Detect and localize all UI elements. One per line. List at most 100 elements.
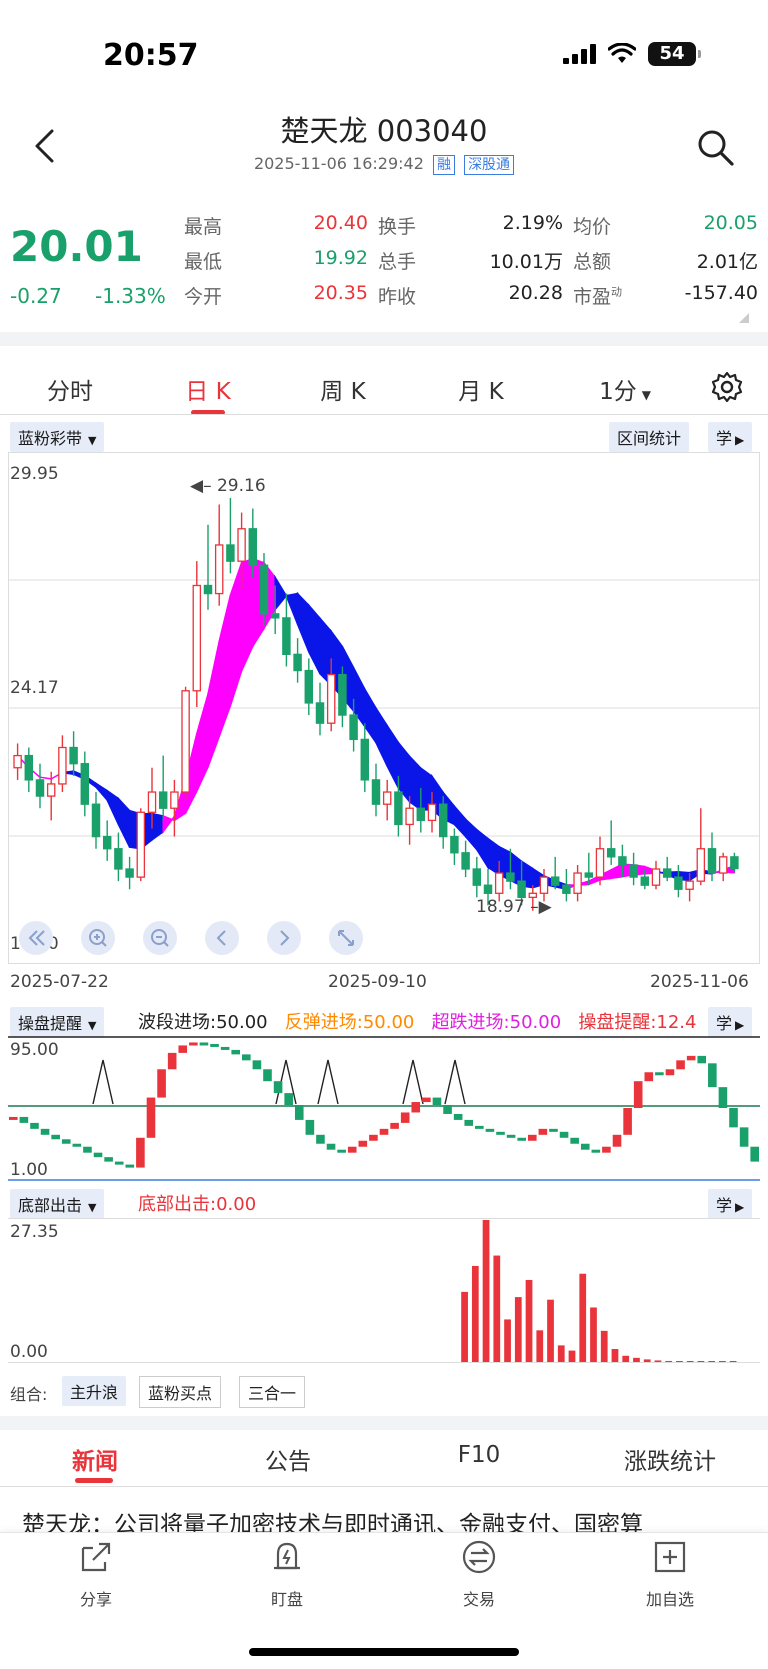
osc-bar xyxy=(475,1125,484,1129)
osc-bar xyxy=(157,1069,166,1098)
combo-label: 组合: xyxy=(10,1385,48,1404)
strike-bar xyxy=(461,1291,468,1362)
tab-announcements[interactable]: 公告 xyxy=(243,1442,333,1476)
settings-gear-icon[interactable] xyxy=(711,371,743,403)
play-circle-icon: ▶ xyxy=(735,433,745,447)
learn-button[interactable]: 学 ▶ xyxy=(708,1189,753,1219)
osc-bar xyxy=(252,1060,262,1070)
interval-stats-button[interactable]: 区间统计 xyxy=(609,422,690,452)
share-button[interactable]: 分享 xyxy=(56,1540,136,1610)
signal-peak xyxy=(402,1059,424,1105)
oscillator-chart[interactable] xyxy=(8,1036,760,1181)
zoom-in-icon[interactable] xyxy=(80,920,116,956)
zoom-out-icon[interactable] xyxy=(142,920,178,956)
indicator-select-bottom[interactable]: 底部出击 ▼ xyxy=(10,1189,105,1219)
osc-bar xyxy=(750,1146,759,1162)
osc-bar xyxy=(665,1069,675,1076)
osc-bar xyxy=(432,1097,442,1106)
osc-bar xyxy=(527,1134,537,1141)
tab-price-stats[interactable]: 涨跌统计 xyxy=(610,1442,730,1476)
strike-bar xyxy=(697,1361,705,1362)
osc-bar xyxy=(146,1097,156,1138)
x-axis-end: 2025-11-06 xyxy=(650,972,749,992)
tab-minute-dropdown[interactable]: 1分 ▼ xyxy=(580,372,670,406)
osc-bar xyxy=(358,1140,368,1147)
osc-bar xyxy=(623,1108,632,1135)
strike-bar xyxy=(514,1297,522,1362)
learn-button[interactable]: 学 ▶ xyxy=(708,422,753,452)
strike-bar xyxy=(600,1330,608,1362)
strike-bar xyxy=(471,1265,479,1362)
caret-down-icon: ▼ xyxy=(88,1019,97,1032)
strike-bar xyxy=(686,1361,694,1362)
strike-bar xyxy=(665,1360,673,1362)
field-label: 市盈动 xyxy=(573,285,623,308)
rewind-icon[interactable] xyxy=(18,920,54,956)
tab-news[interactable]: 新闻 xyxy=(50,1442,140,1476)
home-indicator xyxy=(249,1648,519,1656)
strike-bar xyxy=(504,1319,511,1362)
play-circle-icon: ▶ xyxy=(735,1018,745,1032)
corner-mark-icon xyxy=(739,313,749,323)
osc-bar xyxy=(51,1134,60,1140)
strike-bar xyxy=(536,1330,544,1362)
tab-monthly-k[interactable]: 月 K xyxy=(441,372,521,406)
osc-bar xyxy=(739,1127,749,1147)
tab-intraday[interactable]: 分时 xyxy=(30,372,110,406)
indicator-select-osc[interactable]: 操盘提醒 ▼ xyxy=(10,1007,105,1037)
y-axis-mid: 24.17 xyxy=(10,678,59,698)
bottom-strike-chart[interactable] xyxy=(8,1218,760,1363)
add-watchlist-button[interactable]: 加自选 xyxy=(630,1540,710,1610)
strike-bar xyxy=(557,1345,565,1362)
osc-bar xyxy=(284,1093,293,1106)
section-separator xyxy=(0,332,768,346)
tab-weekly-k[interactable]: 周 K xyxy=(303,372,383,406)
tab-daily-k[interactable]: 日 K xyxy=(168,372,248,406)
osc-bar xyxy=(549,1128,558,1132)
strike-bar xyxy=(568,1350,576,1362)
kline-chart[interactable] xyxy=(8,452,760,964)
quote-datetime: 2025-11-06 16:29:42 xyxy=(253,154,424,173)
add-square-icon xyxy=(654,1541,686,1573)
osc-bar xyxy=(104,1157,113,1162)
combo-blue-pink-buy[interactable]: 蓝粉买点 xyxy=(139,1376,222,1408)
combo-three-in-one[interactable]: 三合一 xyxy=(239,1376,306,1408)
play-circle-icon: ▶ xyxy=(735,1200,745,1214)
search-icon[interactable] xyxy=(696,128,736,168)
pan-right-icon[interactable] xyxy=(266,920,302,956)
x-axis-start: 2025-07-22 xyxy=(10,972,109,992)
field-value: 2.19% xyxy=(502,212,563,234)
price-change-pct: -1.33% xyxy=(95,284,166,308)
watch-button[interactable]: 盯盘 xyxy=(247,1540,327,1610)
strike-bar xyxy=(611,1349,619,1362)
wifi-icon xyxy=(608,43,636,63)
strike-bar xyxy=(643,1359,651,1362)
caret-down-icon: ▼ xyxy=(641,388,651,402)
osc-bar xyxy=(570,1137,579,1144)
battery-icon: 54 xyxy=(648,42,701,66)
combo-main-wave[interactable]: 主升浪 xyxy=(62,1376,127,1406)
connect-tag: 深股通 xyxy=(464,155,515,175)
indicator-select-band[interactable]: 蓝粉彩带 ▼ xyxy=(10,422,105,452)
field-value: 2.01亿 xyxy=(696,251,758,273)
osc-bar xyxy=(199,1042,209,1046)
osc-bar xyxy=(9,1116,18,1120)
osc-bar xyxy=(263,1069,272,1082)
trade-button[interactable]: 交易 xyxy=(439,1540,519,1610)
header-subline: 2025-11-06 16:29:42 融 深股通 xyxy=(0,154,768,175)
fullscreen-icon[interactable] xyxy=(328,920,364,956)
field-label: 总手 xyxy=(378,251,417,273)
osc-bar xyxy=(390,1122,399,1129)
pan-left-icon[interactable] xyxy=(204,920,240,956)
osc-y-top: 95.00 xyxy=(10,1040,59,1060)
learn-button[interactable]: 学 ▶ xyxy=(708,1007,753,1037)
field-value: -157.40 xyxy=(684,282,758,304)
tab-f10[interactable]: F10 xyxy=(434,1442,524,1468)
osc-bar xyxy=(61,1139,71,1144)
strike-bar xyxy=(708,1361,716,1362)
osc-bar xyxy=(294,1105,304,1120)
bottom-y-bottom: 0.00 xyxy=(10,1342,48,1362)
strike-bar xyxy=(654,1360,662,1362)
bottom-legend: 底部出击:0.00 xyxy=(138,1194,257,1215)
legend-item: 波段进场:50.00 xyxy=(138,1012,268,1033)
